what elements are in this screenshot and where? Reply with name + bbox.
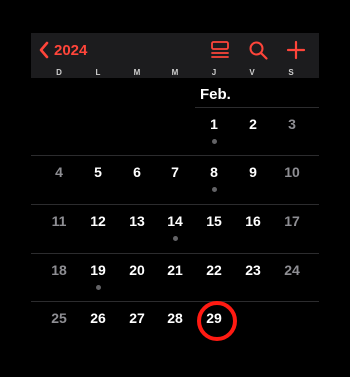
weekday-label: D <box>56 68 62 77</box>
day-cell[interactable]: 11 <box>43 213 75 229</box>
day-cell[interactable]: 14 <box>159 213 191 229</box>
day-cell[interactable]: 22 <box>198 262 230 278</box>
weekday-label: J <box>211 68 217 77</box>
day-cell[interactable]: 12 <box>82 213 114 229</box>
day-cell[interactable]: 25 <box>43 310 75 326</box>
day-cell[interactable]: 9 <box>237 164 269 180</box>
day-cell[interactable]: 2 <box>237 116 269 132</box>
week-separator <box>31 204 319 205</box>
weekday-label: V <box>249 68 255 77</box>
event-dot <box>211 139 217 144</box>
week-separator <box>195 107 319 108</box>
day-cell[interactable]: 1 <box>198 116 230 132</box>
event-dot <box>95 285 101 290</box>
day-cell[interactable]: 7 <box>159 164 191 180</box>
day-cell[interactable]: 3 <box>276 116 308 132</box>
weekday-header: D L M M J V S <box>31 66 319 78</box>
day-cell[interactable]: 27 <box>121 310 153 326</box>
chevron-left-icon <box>39 41 49 59</box>
week-separator <box>31 253 319 254</box>
back-to-year-button[interactable]: 2024 <box>38 39 87 61</box>
day-cell[interactable]: 10 <box>276 164 308 180</box>
month-label: Feb. <box>200 86 231 103</box>
weekday-label: S <box>288 68 294 77</box>
list-view-icon <box>211 41 229 58</box>
week-separator <box>31 155 319 156</box>
day-cell[interactable]: 18 <box>43 262 75 278</box>
day-cell[interactable]: 20 <box>121 262 153 278</box>
weekday-label: L <box>95 68 101 77</box>
day-cell[interactable]: 6 <box>121 164 153 180</box>
day-cell[interactable]: 21 <box>159 262 191 278</box>
list-view-button[interactable] <box>209 39 231 61</box>
day-cell[interactable]: 15 <box>198 213 230 229</box>
day-cell[interactable]: 8 <box>198 164 230 180</box>
day-cell[interactable]: 23 <box>237 262 269 278</box>
search-icon <box>249 41 268 60</box>
day-cell[interactable]: 28 <box>159 310 191 326</box>
calendar-toolbar: 2024 <box>31 33 319 66</box>
day-cell[interactable]: 13 <box>121 213 153 229</box>
week-separator <box>31 301 319 302</box>
day-cell[interactable]: 16 <box>237 213 269 229</box>
weekday-label: M <box>133 68 141 77</box>
year-label: 2024 <box>54 41 88 59</box>
add-event-button[interactable] <box>285 39 307 61</box>
event-dot <box>172 236 178 241</box>
day-cell[interactable]: 17 <box>276 213 308 229</box>
day-cell-today[interactable]: 29 <box>198 310 230 326</box>
day-cell[interactable]: 19 <box>82 262 114 278</box>
weekday-label: M <box>171 68 179 77</box>
day-cell[interactable]: 24 <box>276 262 308 278</box>
day-cell[interactable]: 26 <box>82 310 114 326</box>
day-cell[interactable]: 5 <box>82 164 114 180</box>
plus-icon <box>286 40 306 60</box>
day-cell[interactable]: 4 <box>43 164 75 180</box>
search-button[interactable] <box>247 39 269 61</box>
event-dot <box>211 187 217 192</box>
